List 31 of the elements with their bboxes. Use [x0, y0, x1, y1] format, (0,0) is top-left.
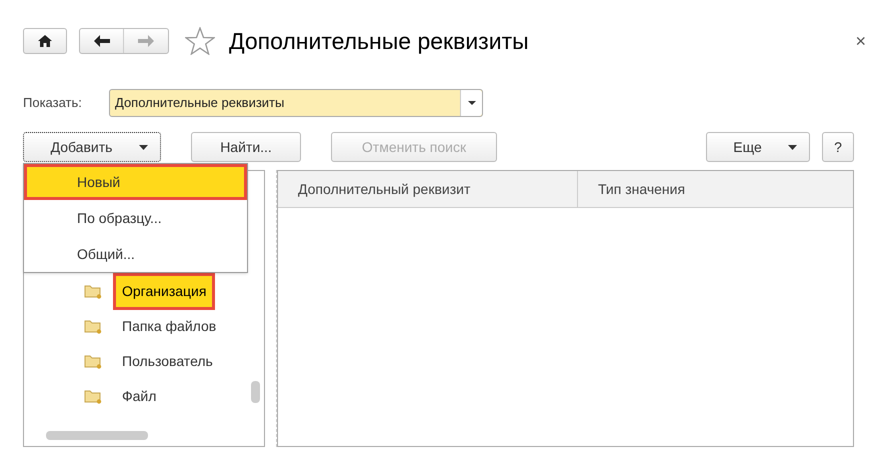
folder-icon	[84, 318, 102, 334]
menu-item[interactable]: Общий...	[24, 236, 247, 272]
window-title: Дополнительные реквизиты	[229, 26, 529, 56]
caret-icon	[468, 101, 476, 105]
home-icon	[38, 35, 52, 47]
column-header[interactable]: Тип значения	[578, 171, 853, 207]
caret-icon	[139, 144, 148, 150]
menu-item[interactable]: Новый	[24, 164, 247, 200]
show-label: Показать:	[23, 94, 83, 112]
home-button[interactable]	[23, 28, 67, 54]
vertical-scrollbar[interactable]	[251, 381, 260, 403]
left-arrow-icon	[94, 35, 110, 47]
tree-item[interactable]: Пользователь	[116, 346, 219, 376]
column-header[interactable]: Дополнительный реквизит	[278, 171, 578, 207]
tree-item[interactable]: Файл	[116, 380, 162, 412]
folder-icon	[84, 388, 102, 404]
caret-icon	[788, 144, 797, 150]
folder-icon	[84, 284, 102, 298]
right-arrow-icon	[138, 35, 154, 47]
horizontal-scrollbar[interactable]	[46, 431, 148, 440]
folder-icon	[84, 354, 102, 368]
dropdown-button[interactable]: Добавить	[23, 132, 161, 162]
tree-item[interactable]: Организация	[116, 276, 212, 306]
menu-item[interactable]: По образцу...	[24, 200, 247, 236]
tree-item[interactable]: Папка файлов	[116, 310, 222, 342]
help-button[interactable]: ?	[822, 132, 854, 162]
show-dropdown[interactable]: Дополнительные реквизиты	[109, 89, 483, 117]
toolbar-button[interactable]: Найти...	[191, 132, 301, 162]
close-button[interactable]: ×	[855, 28, 866, 54]
star-icon[interactable]	[185, 27, 215, 55]
dropdown-button[interactable]: Еще	[706, 132, 810, 162]
